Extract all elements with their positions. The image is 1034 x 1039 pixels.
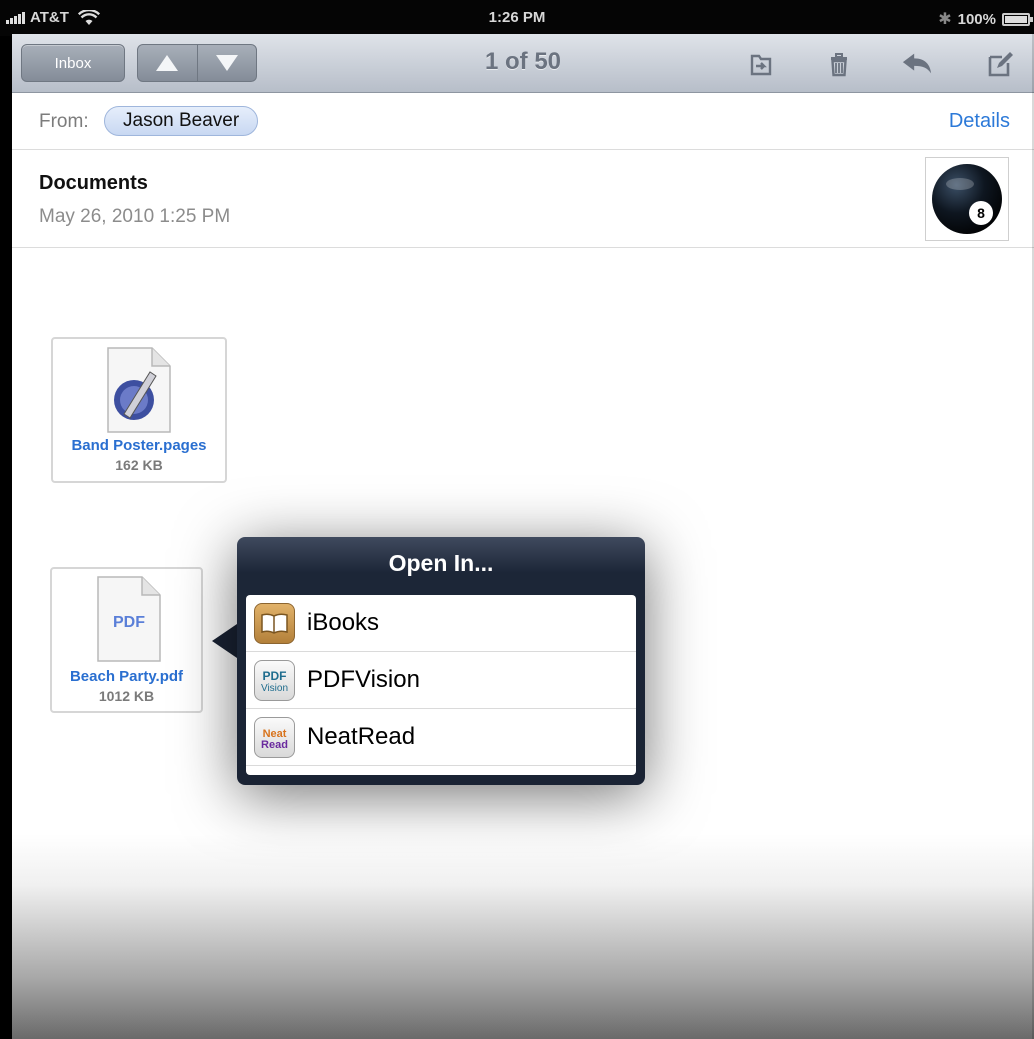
sender-avatar: 8 [925,157,1009,241]
popover-arrow [212,624,237,658]
attachment-name: Band Poster.pages [71,437,207,454]
pdfvision-icon: PDF Vision [254,660,295,701]
open-in-popover: Open In... iBooks PDF Vision PDFVision N… [237,537,645,785]
from-label: From: [39,111,89,132]
pages-document-icon [107,347,171,433]
attachment-band-poster[interactable]: Band Poster.pages 162 KB [51,337,227,483]
trash-button[interactable] [823,48,855,80]
trash-icon [831,53,847,77]
status-bar: AT&T 1:26 PM ✱ 100% [0,0,1034,36]
attachment-name: Beach Party.pdf [69,668,184,685]
message-subject: Documents [39,172,148,194]
pdf-document-icon: PDF [97,576,161,662]
reply-button[interactable] [901,48,933,80]
battery-percentage: 100% [957,10,996,28]
menu-item-label: NeatRead [307,723,416,750]
menu-item-label: PDFVision [307,666,420,693]
svg-text:Read: Read [261,739,288,751]
menu-item-ibooks[interactable]: iBooks [246,595,636,652]
svg-text:Vision: Vision [261,683,288,694]
subject-row: Documents May 26, 2010 1:25 PM 8 [12,150,1034,248]
from-row: From: Jason Beaver Details [12,93,1034,150]
battery-icon [1002,12,1033,26]
popover-title: Open In... [388,550,494,576]
menu-item-label: iBooks [307,609,380,636]
attachment-size: 1012 KB [98,688,155,704]
svg-text:PDF: PDF [263,669,287,683]
compose-button[interactable] [984,48,1016,80]
status-right: ✱ 100% [938,9,1033,29]
menu-item-pdfvision[interactable]: PDF Vision PDFVision [246,652,636,709]
attachment-beach-party[interactable]: PDF Beach Party.pdf 1012 KB [50,567,203,713]
message-counter: 1 of 50 [484,48,562,75]
details-link[interactable]: Details [949,110,1010,133]
sender-pill[interactable]: Jason Beaver [104,106,259,136]
bottom-fade [12,834,1034,1039]
svg-text:8: 8 [977,205,985,221]
attachment-size: 162 KB [115,457,163,473]
pdf-icon-text: PDF [113,614,145,631]
status-time: 1:26 PM [488,9,546,26]
message-toolbar: Inbox 1 of 50 [12,34,1034,93]
message-date: May 26, 2010 1:25 PM [39,206,231,227]
menu-item-neatread[interactable]: Neat Read NeatRead [246,709,636,766]
open-in-list: iBooks PDF Vision PDFVision Neat Read Ne… [246,595,636,775]
reply-icon [902,53,932,74]
mail-screen: Inbox 1 of 50 From: Jason Beaver Details… [12,34,1034,1039]
bluetooth-icon: ✱ [938,11,952,28]
compose-icon [988,52,1013,77]
neatread-icon: Neat Read [254,717,295,758]
ibooks-icon [254,603,295,644]
move-folder-button[interactable] [745,48,777,80]
magic-8-ball-icon: 8 [932,164,1002,234]
move-folder-icon [750,54,772,76]
